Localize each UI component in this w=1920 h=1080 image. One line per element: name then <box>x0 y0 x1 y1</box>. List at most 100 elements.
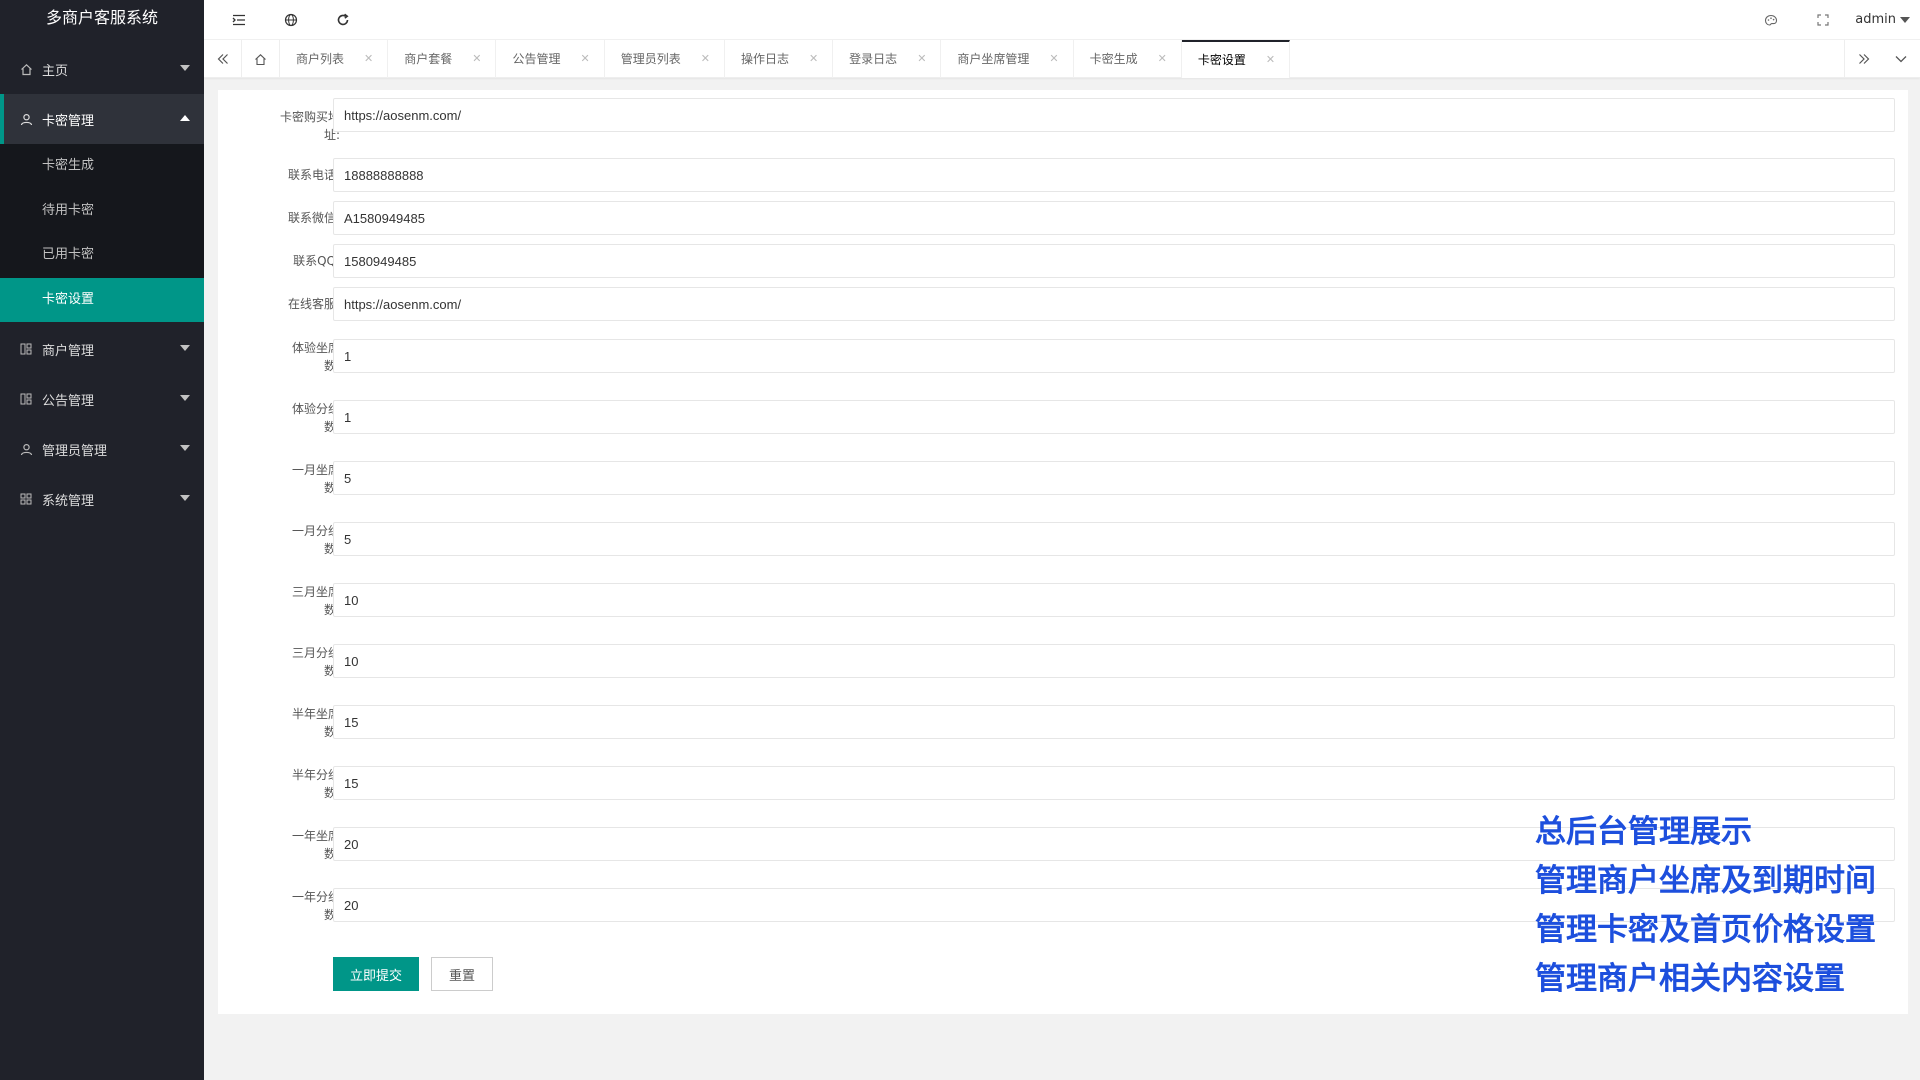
close-icon[interactable]: ✕ <box>1266 43 1275 77</box>
top-header: admin <box>204 0 1920 40</box>
chevron-up-icon <box>180 115 190 121</box>
refresh-icon[interactable] <box>318 0 368 40</box>
tab-login-log[interactable]: 登录日志 ✕ <box>833 40 942 78</box>
chevron-down-icon <box>180 445 190 451</box>
tab-merchant-list[interactable]: 商户列表 ✕ <box>280 40 389 78</box>
sidebar: 多商户客服系统 主页 卡密管理 卡密生成 待用卡密 已用卡密 卡密设置 商户管理… <box>0 0 204 1080</box>
globe-icon[interactable] <box>266 0 316 40</box>
field-label: 半年坐席 数: <box>291 707 340 739</box>
sidebar-item-label: 系统管理 <box>42 493 95 509</box>
halfyear-groups-input[interactable] <box>333 766 1895 800</box>
wechat-input[interactable] <box>333 201 1895 235</box>
month-groups-input[interactable] <box>333 522 1895 556</box>
chevron-down-icon <box>180 395 190 401</box>
phone-input[interactable] <box>333 158 1895 192</box>
halfyear-seats-input[interactable] <box>333 705 1895 739</box>
close-icon[interactable]: ✕ <box>580 40 589 78</box>
close-icon[interactable]: ✕ <box>917 40 926 78</box>
close-icon[interactable]: ✕ <box>701 40 710 78</box>
submit-button[interactable]: 立即提交 <box>333 957 419 991</box>
home-icon <box>18 63 34 76</box>
quarter-groups-input[interactable] <box>333 644 1895 678</box>
chevron-down-icon <box>180 345 190 351</box>
sidebar-item-system-management[interactable]: 系统管理 <box>0 474 204 524</box>
chevron-down-icon <box>180 495 190 501</box>
tab-card-generate[interactable]: 卡密生成 ✕ <box>1074 40 1182 78</box>
field-label: 联系微信: <box>287 211 340 225</box>
theme-icon[interactable] <box>1746 0 1796 40</box>
month-seats-input[interactable] <box>333 461 1895 495</box>
fullscreen-icon[interactable] <box>1798 0 1848 40</box>
tab-label: 卡密生成 <box>1089 52 1138 66</box>
sidebar-subitem-card-generate[interactable]: 卡密生成 <box>0 144 204 189</box>
tab-label: 商户套餐 <box>404 52 453 66</box>
close-icon[interactable]: ✕ <box>809 40 818 78</box>
menu-toggle-icon[interactable] <box>214 0 264 40</box>
field-label: 一月分组 数: <box>291 524 340 556</box>
user-icon <box>18 113 34 126</box>
tab-label: 卡密设置 <box>1197 53 1246 67</box>
tab-label: 操作日志 <box>740 52 789 66</box>
field-label: 联系QQ: <box>293 254 340 268</box>
user-icon <box>18 443 34 456</box>
tab-merchant-package[interactable]: 商户套餐 ✕ <box>388 40 497 78</box>
username: admin <box>1855 12 1896 27</box>
tab-label: 登录日志 <box>849 52 898 66</box>
quarter-seats-input[interactable] <box>333 583 1895 617</box>
sidebar-subitem-used-cards[interactable]: 已用卡密 <box>0 233 204 278</box>
sidebar-item-admin-management[interactable]: 管理员管理 <box>0 424 204 474</box>
tab-home-icon[interactable] <box>242 40 280 78</box>
field-label: 体验分组 数: <box>291 402 340 434</box>
sidebar-item-label: 商户管理 <box>42 343 95 359</box>
trial-groups-input[interactable] <box>333 400 1895 434</box>
qq-input[interactable] <box>333 244 1895 278</box>
user-menu[interactable]: admin <box>1855 0 1910 40</box>
tab-merchant-seat-management[interactable]: 商户坐席管理 ✕ <box>941 40 1074 78</box>
tab-bar: 商户列表 ✕ 商户套餐 ✕ 公告管理 ✕ 管理员列表 ✕ 操作日志 ✕ 登录日志 ✕ 商户坐… <box>204 40 1920 78</box>
close-icon[interactable]: ✕ <box>1158 40 1167 78</box>
field-label: 联系电话: <box>287 168 340 182</box>
sidebar-item-notice-management[interactable]: 公告管理 <box>0 374 204 424</box>
apps-icon <box>18 493 34 505</box>
field-label: 卡密购买地 址: <box>279 110 340 142</box>
sidebar-item-card-management[interactable]: 卡密管理 <box>0 94 204 144</box>
grid-icon <box>18 393 34 405</box>
tab-admin-list[interactable]: 管理员列表 ✕ <box>605 40 725 78</box>
field-label: 体验坐席 数: <box>291 341 340 373</box>
close-icon[interactable]: ✕ <box>1049 40 1058 78</box>
purchase-url-input[interactable] <box>333 98 1895 132</box>
tabs-scroll-right-icon[interactable] <box>1844 40 1882 78</box>
tab-notice-management[interactable]: 公告管理 ✕ <box>496 40 605 78</box>
field-label: 一月坐席 数: <box>291 463 340 495</box>
close-icon[interactable]: ✕ <box>364 40 373 78</box>
promo-line: 管理商户坐席及到期时间 <box>1535 863 1876 899</box>
app-title: 多商户客服系统 <box>45 8 158 27</box>
field-label: 三月分组 数: <box>291 646 340 678</box>
promo-line: 管理商户相关内容设置 <box>1535 961 1845 997</box>
close-icon[interactable]: ✕ <box>472 40 481 78</box>
sidebar-item-merchant-management[interactable]: 商户管理 <box>0 324 204 374</box>
field-label: 半年分组 数: <box>291 768 340 800</box>
online-service-input[interactable] <box>333 287 1895 321</box>
field-label: 在线客服: <box>287 297 340 311</box>
sidebar-item-label: 卡密管理 <box>42 113 95 129</box>
tab-operation-log[interactable]: 操作日志 ✕ <box>725 40 834 78</box>
promo-line: 管理卡密及首页价格设置 <box>1535 912 1876 948</box>
tabs-scroll-left-icon[interactable] <box>204 40 242 78</box>
promo-overlay: 总后台管理展示 管理商户坐席及到期时间 管理卡密及首页价格设置 管理商户相关内容… <box>1535 808 1876 1004</box>
promo-line: 总后台管理展示 <box>1535 814 1752 850</box>
sidebar-subitem-unused-cards[interactable]: 待用卡密 <box>0 189 204 234</box>
tab-label: 公告管理 <box>512 52 561 66</box>
chevron-down-icon <box>180 65 190 71</box>
chevron-down-icon <box>1900 16 1910 23</box>
tab-card-settings[interactable]: 卡密设置 ✕ <box>1181 40 1291 78</box>
field-label: 一年分组 数: <box>291 890 340 922</box>
sidebar-item-label: 主页 <box>42 63 69 79</box>
reset-button[interactable]: 重置 <box>431 957 493 991</box>
sidebar-subitem-card-settings[interactable]: 卡密设置 <box>0 277 204 322</box>
sidebar-item-home[interactable]: 主页 <box>0 44 204 94</box>
tab-label: 商户坐席管理 <box>957 52 1030 66</box>
trial-seats-input[interactable] <box>333 339 1895 373</box>
tabs-menu-chevron-down-icon[interactable] <box>1882 40 1920 78</box>
tab-label: 管理员列表 <box>620 52 681 66</box>
